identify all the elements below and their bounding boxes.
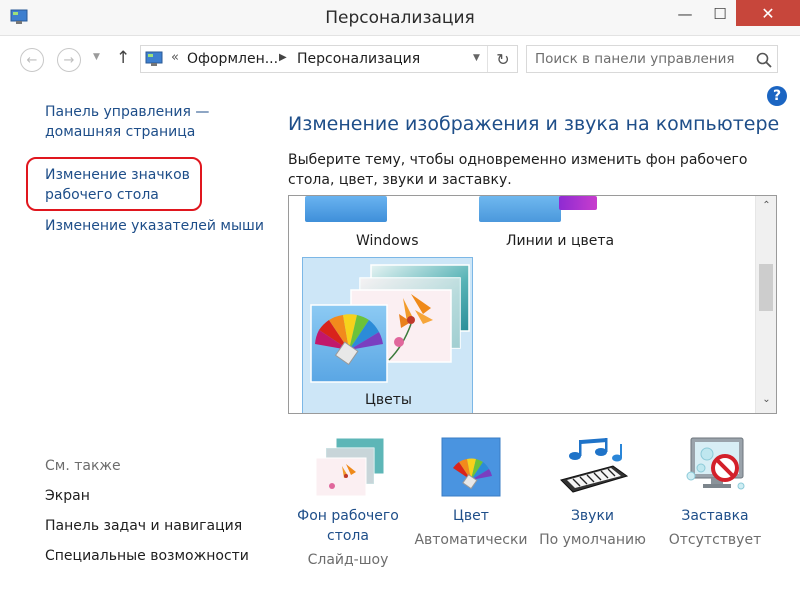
- desktop-background-value: Слайд-шоу: [307, 552, 389, 568]
- title-bar: Персонализация — ☐ ✕: [0, 0, 800, 36]
- sounds-setting[interactable]: Звуки По умолчанию: [535, 436, 650, 550]
- theme-thumbnail-windows[interactable]: [305, 196, 387, 222]
- display-link[interactable]: Экран: [45, 488, 90, 504]
- screensaver-setting[interactable]: Заставка Отсутствует: [656, 436, 774, 550]
- scroll-thumb[interactable]: [759, 264, 773, 311]
- search-icon[interactable]: [755, 51, 773, 69]
- screensaver-value: Отсутствует: [668, 532, 762, 548]
- color-link[interactable]: Цвет: [414, 506, 528, 526]
- up-button[interactable]: ↑: [116, 48, 130, 68]
- control-panel-icon: [145, 51, 163, 66]
- desktop-background-setting[interactable]: Фон рабочего стола Слайд-шоу: [291, 436, 405, 570]
- breadcrumb-personalization[interactable]: Персонализация: [297, 51, 420, 67]
- minimize-button[interactable]: —: [666, 0, 704, 28]
- change-desktop-icons-link[interactable]: Изменение значков рабочего стола: [45, 165, 205, 205]
- sounds-link[interactable]: Звуки: [535, 506, 650, 526]
- desktop-background-icon[interactable]: [310, 436, 386, 498]
- theme-list-scrollbar[interactable]: ⌃ ⌄: [755, 196, 776, 413]
- theme-label-flowers[interactable]: Цветы: [365, 392, 412, 408]
- theme-thumbnail-lines-colors-accent: [559, 196, 597, 210]
- back-button[interactable]: ←: [20, 48, 44, 72]
- change-mouse-pointers-link[interactable]: Изменение указателей мыши: [45, 216, 265, 236]
- desktop-background-link[interactable]: Фон рабочего стола: [291, 506, 405, 546]
- color-value: Автоматически: [414, 532, 528, 548]
- address-dropdown[interactable]: ▼: [473, 53, 480, 63]
- breadcrumb-separator[interactable]: ▶: [279, 52, 287, 63]
- theme-item-flowers[interactable]: Цветы: [302, 257, 473, 413]
- page-description: Выберите тему, чтобы одновременно измени…: [288, 152, 748, 188]
- ease-of-access-link[interactable]: Специальные возможности: [45, 548, 249, 564]
- help-icon[interactable]: ?: [767, 86, 787, 106]
- search-input[interactable]: [535, 50, 745, 68]
- sounds-value: По умолчанию: [539, 532, 646, 548]
- breadcrumb-appearance[interactable]: Оформлен...: [187, 51, 278, 67]
- taskbar-navigation-link[interactable]: Панель задач и навигация: [45, 518, 242, 534]
- see-also-heading: См. также: [45, 458, 121, 474]
- address-bar[interactable]: « Оформлен... ▶ Персонализация ▼ ↻: [140, 45, 518, 73]
- close-button[interactable]: ✕: [736, 0, 800, 26]
- refresh-button[interactable]: ↻: [487, 46, 518, 72]
- control-panel-home-link[interactable]: Панель управления — домашняя страница: [45, 102, 245, 142]
- recent-locations-dropdown[interactable]: ▼: [93, 52, 100, 62]
- theme-thumbnail-lines-colors[interactable]: [479, 196, 561, 222]
- color-palette-icon[interactable]: [440, 436, 502, 498]
- screensaver-link[interactable]: Заставка: [656, 506, 774, 526]
- search-box[interactable]: [526, 45, 778, 73]
- navigation-bar: ← → ▼ ↑ « Оформлен... ▶ Персонализация ▼…: [0, 36, 800, 84]
- theme-label-lines-colors[interactable]: Линии и цвета: [506, 233, 614, 249]
- theme-list[interactable]: Windows Линии и цвета Цветы ⌃ ⌄: [288, 195, 777, 414]
- screensaver-icon[interactable]: [677, 436, 753, 498]
- theme-label-windows[interactable]: Windows: [356, 233, 419, 249]
- flowers-theme-thumbnail: [310, 264, 470, 383]
- breadcrumb-overflow[interactable]: «: [171, 50, 179, 65]
- sounds-icon[interactable]: [555, 436, 631, 498]
- color-setting[interactable]: Цвет Автоматически: [414, 436, 528, 550]
- scroll-up-button[interactable]: ⌃: [756, 200, 776, 211]
- maximize-button[interactable]: ☐: [704, 0, 736, 28]
- scroll-down-button[interactable]: ⌄: [756, 394, 776, 405]
- page-title: Изменение изображения и звука на компьют…: [288, 113, 780, 135]
- forward-button[interactable]: →: [57, 48, 81, 72]
